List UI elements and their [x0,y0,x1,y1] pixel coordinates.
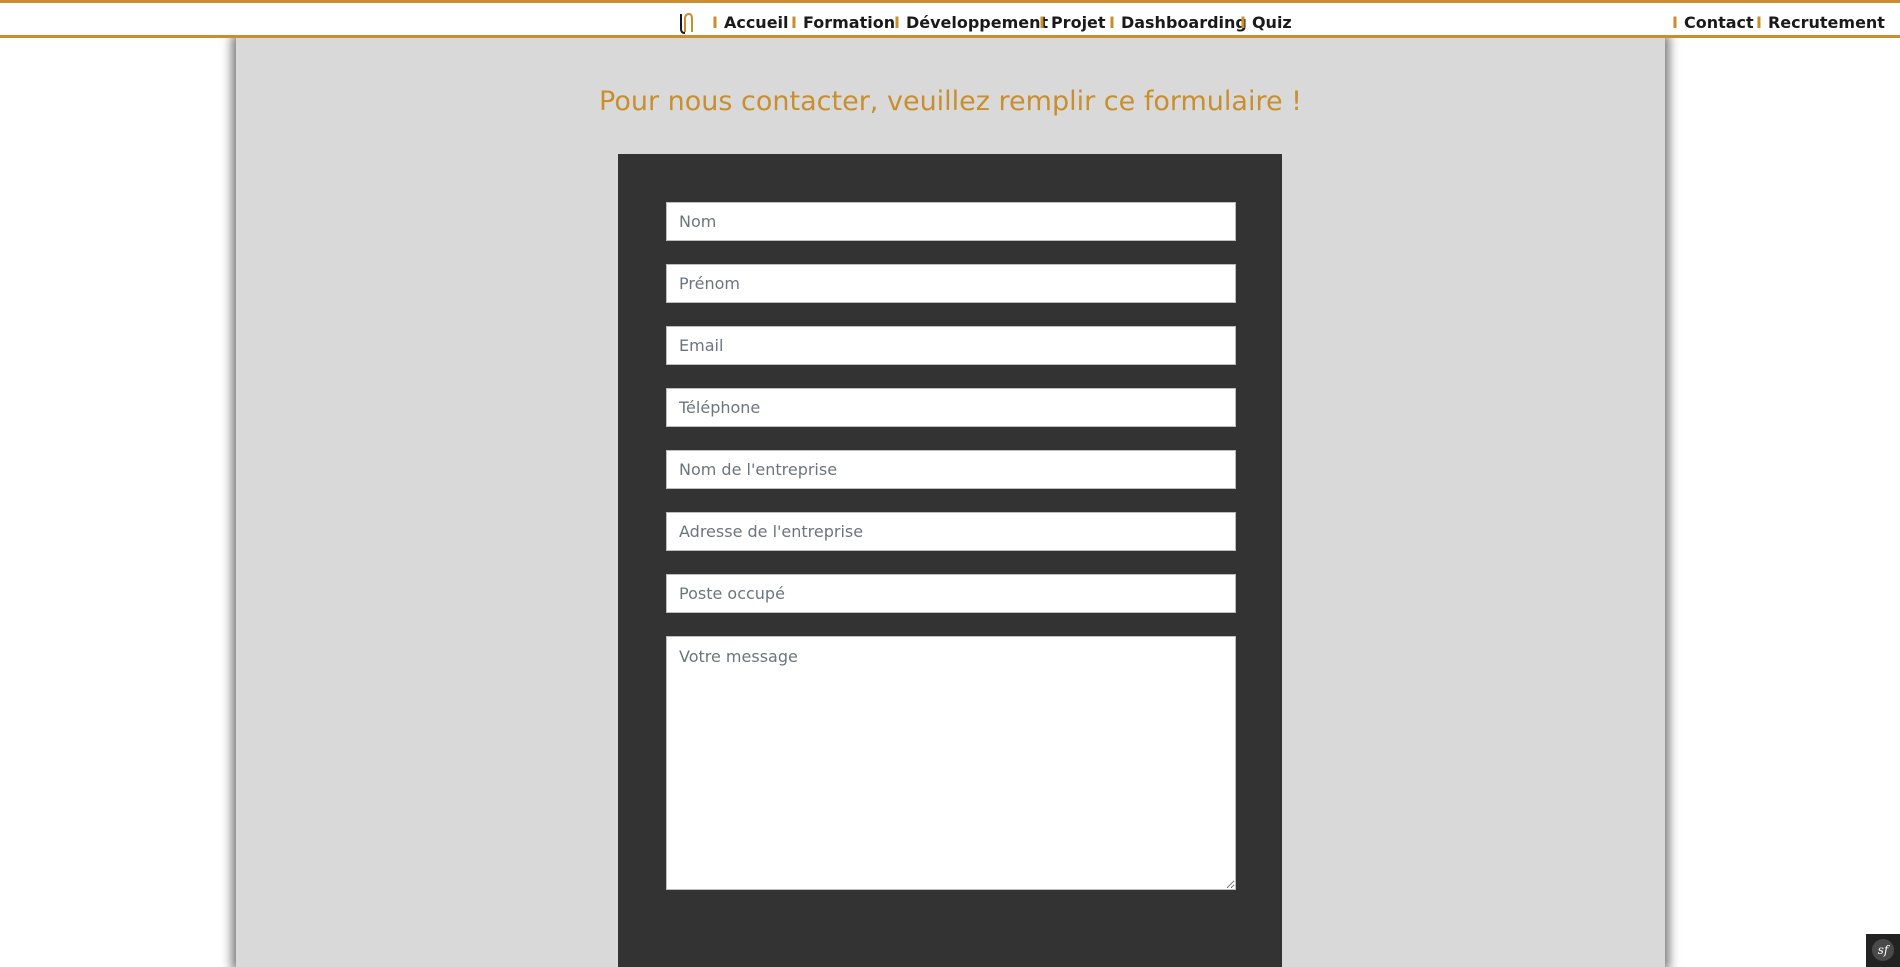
company-address-input[interactable] [666,512,1236,551]
nav-label: Projet [1050,13,1106,32]
nav-separator: I [1109,13,1115,32]
nav-item-accueil[interactable]: I Accueil [712,11,789,35]
nav-label: Dashboarding [1120,13,1247,32]
telephone-input[interactable] [666,388,1236,427]
top-navbar: I Accueil I Formation I Développement I Proj… [0,0,1900,38]
position-input[interactable] [666,574,1236,613]
nav-separator: I [1672,13,1678,32]
brand-logo-icon[interactable] [676,11,696,35]
nav-item-formation[interactable]: I Formation [791,11,895,35]
symfony-toolbar-toggle[interactable]: sf [1866,934,1900,967]
nav-item-dashboarding[interactable]: I Dashboarding [1109,11,1247,35]
nav-item-contact[interactable]: I Contact [1672,11,1754,35]
nav-separator: I [1756,13,1762,32]
nav-separator: I [894,13,900,32]
nav-item-developpement[interactable]: I Développement [894,11,1048,35]
message-textarea[interactable] [666,636,1236,890]
nav-separator: I [791,13,797,32]
email-input[interactable] [666,326,1236,365]
symfony-icon: sf [1872,939,1894,961]
nom-input[interactable] [666,202,1236,241]
nav-label: Développement [905,13,1049,32]
nav-label: Quiz [1251,13,1292,32]
nav-label: Formation [802,13,896,32]
nav-separator: I [1039,13,1045,32]
nav-label: Recrutement [1767,13,1885,32]
nav-label: Contact [1683,13,1754,32]
page-title: Pour nous contacter, veuillez remplir ce… [599,86,1302,117]
company-name-input[interactable] [666,450,1236,489]
nav-item-recrutement[interactable]: I Recrutement [1756,11,1885,35]
nav-label: Accueil [723,13,789,32]
prenom-input[interactable] [666,264,1236,303]
nav-separator: I [712,13,718,32]
nav-item-quiz[interactable]: I Quiz [1240,11,1292,35]
contact-form [618,154,1282,967]
nav-item-projet[interactable]: I Projet [1039,11,1106,35]
nav-separator: I [1240,13,1246,32]
